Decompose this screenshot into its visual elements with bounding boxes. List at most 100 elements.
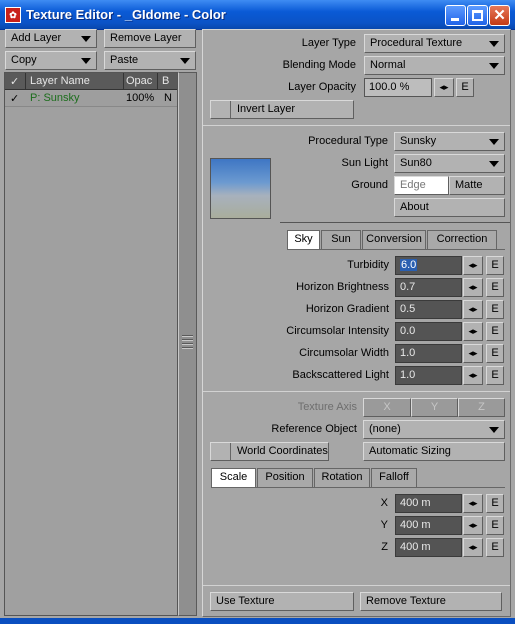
opacity-slider-arrows[interactable]: ◂▸ [434,78,454,97]
axis-y-button[interactable]: Y [411,398,458,417]
turbidity-envelope-button[interactable]: E [486,256,504,275]
procedural-type-label: Procedural Type [308,135,388,147]
tab-position[interactable]: Position [257,468,313,487]
column-divider [157,73,158,90]
layer-list: ✓ Layer Name Opac B ✓ P: Sunsky 100% N [4,72,178,616]
horizon-brightness-arrows[interactable]: ◂▸ [463,278,483,297]
remove-layer-button[interactable]: Remove Layer [104,29,196,48]
scale-x-envelope-button[interactable]: E [486,494,504,513]
scale-y-arrows[interactable]: ◂▸ [463,516,483,535]
remove-texture-button[interactable]: Remove Texture [360,592,502,611]
title-bar[interactable]: ✿ Texture Editor - _GIdome - Color ✕ [0,0,515,30]
horizon-gradient-envelope-button[interactable]: E [486,300,504,319]
ground-edge-option[interactable]: Edge [394,176,449,195]
circumsolar-intensity-envelope-button[interactable]: E [486,322,504,341]
automatic-sizing-button[interactable]: Automatic Sizing [363,442,505,461]
tab-baseline [287,249,505,250]
blending-mode-dropdown[interactable]: Normal [364,56,505,75]
reference-object-dropdown[interactable]: (none) [363,420,505,439]
tab-correction[interactable]: Correction [427,230,497,249]
copy-dropdown[interactable]: Copy [5,51,97,70]
horizon-gradient-arrows[interactable]: ◂▸ [463,300,483,319]
layer-type-dropdown[interactable]: Procedural Texture [364,34,505,53]
scale-z-arrows[interactable]: ◂▸ [463,538,483,557]
maximize-button[interactable] [467,5,488,26]
ground-matte-option[interactable]: Matte [449,176,505,195]
column-divider [25,73,26,90]
minimize-button[interactable] [445,5,466,26]
tab-scale[interactable]: Scale [211,468,256,487]
world-coordinates-toggle[interactable]: World Coordinates [210,442,329,461]
texture-editor-window: ✿ Texture Editor - _GIdome - Color ✕ Add… [0,0,515,624]
app-icon: ✿ [5,7,21,23]
horizon-brightness-envelope-button[interactable]: E [486,278,504,297]
tab-sun[interactable]: Sun [321,230,361,249]
close-button[interactable]: ✕ [489,5,510,26]
layer-row[interactable]: ✓ P: Sunsky 100% N [5,91,177,107]
sun-light-label: Sun Light [341,157,388,169]
tab-rotation[interactable]: Rotation [314,468,370,487]
opacity-envelope-button[interactable]: E [456,78,474,97]
pane-splitter[interactable] [178,72,197,616]
reference-object-label: Reference Object [271,423,357,435]
window-bottom-border [0,618,515,624]
invert-layer-checkbox[interactable] [211,101,231,118]
circumsolar-width-arrows[interactable]: ◂▸ [463,344,483,363]
tab-falloff[interactable]: Falloff [371,468,417,487]
ground-label: Ground [351,179,388,191]
layer-type-label: Layer Type [301,37,356,49]
blend-column-header[interactable]: B [162,75,169,87]
scale-z-label: Z [381,541,388,553]
scale-x-arrows[interactable]: ◂▸ [463,494,483,513]
layer-list-header: ✓ Layer Name Opac B [5,73,177,90]
scale-y-envelope-button[interactable]: E [486,516,504,535]
backscattered-light-envelope-button[interactable]: E [486,366,504,385]
layer-enabled-check[interactable]: ✓ [10,92,19,105]
backscattered-light-arrows[interactable]: ◂▸ [463,366,483,385]
circumsolar-intensity-field[interactable]: 0.0 [395,322,462,341]
texture-preview[interactable] [210,158,271,219]
layer-name-column-header[interactable]: Layer Name [30,75,90,87]
add-layer-dropdown[interactable]: Add Layer [5,29,97,48]
turbidity-field[interactable]: 6.0 [395,256,462,275]
turbidity-arrows[interactable]: ◂▸ [463,256,483,275]
about-button[interactable]: About [394,198,505,217]
circumsolar-width-envelope-button[interactable]: E [486,344,504,363]
axis-z-button[interactable]: Z [458,398,505,417]
tab-conversion[interactable]: Conversion [362,230,426,249]
invert-layer-label: Invert Layer [237,103,296,115]
invert-layer-toggle[interactable]: Invert Layer [210,100,354,119]
layer-opacity-field[interactable]: 100.0 % [364,78,432,97]
use-texture-button[interactable]: Use Texture [210,592,354,611]
layer-opacity-label: Layer Opacity [288,81,356,93]
world-coordinates-checkbox[interactable] [211,443,231,460]
horizon-gradient-field[interactable]: 0.5 [395,300,462,319]
horizon-brightness-field[interactable]: 0.7 [395,278,462,297]
layer-name: P: Sunsky [30,92,80,104]
circumsolar-intensity-arrows[interactable]: ◂▸ [463,322,483,341]
layer-opacity: 100% [126,92,155,104]
section-divider [203,391,510,392]
blending-mode-label: Blending Mode [282,59,356,71]
backscattered-light-field[interactable]: 1.0 [395,366,462,385]
window-title: Texture Editor - _GIdome - Color [26,7,226,22]
scale-y-field[interactable]: 400 m [395,516,462,535]
procedural-type-dropdown[interactable]: Sunsky [394,132,505,151]
paste-dropdown[interactable]: Paste [104,51,196,70]
axis-x-button[interactable]: X [363,398,411,417]
circumsolar-width-field[interactable]: 1.0 [395,344,462,363]
circumsolar-width-label: Circumsolar Width [299,347,389,359]
scale-z-envelope-button[interactable]: E [486,538,504,557]
tab-sky[interactable]: Sky [287,230,320,249]
turbidity-label: Turbidity [347,259,389,271]
scale-x-field[interactable]: 400 m [395,494,462,513]
scale-x-label: X [380,497,388,509]
sun-light-dropdown[interactable]: Sun80 [394,154,505,173]
opacity-column-header[interactable]: Opac [126,75,152,87]
tab-baseline [211,487,505,488]
scale-z-field[interactable]: 400 m [395,538,462,557]
splitter-grip [182,335,193,349]
scale-y-label: Y [380,519,388,531]
section-divider [203,585,510,586]
texture-axis-label: Texture Axis [297,401,357,413]
